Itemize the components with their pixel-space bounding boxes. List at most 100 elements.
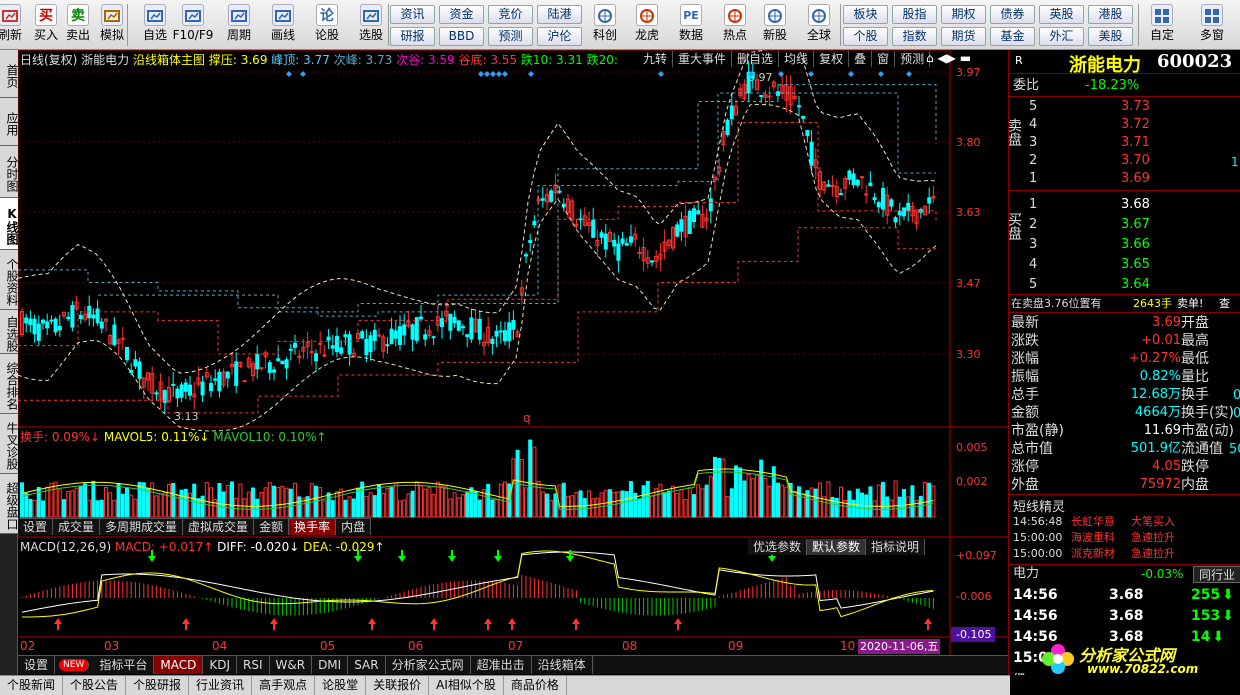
indicator-tab-1[interactable]: NEW [59, 659, 90, 671]
market-pill-基金[interactable]: 基金 [990, 27, 1035, 46]
toolbar-f10-button[interactable]: F10/F9 [172, 2, 214, 48]
indicator-tab-3[interactable]: MACD [154, 656, 204, 674]
quick-pill-资讯[interactable]: 资讯 [390, 5, 435, 24]
elves-title[interactable]: 短线精灵 [1013, 496, 1065, 515]
toolbar-ipo-button[interactable]: 新股 [756, 2, 794, 48]
macd-btn-1[interactable]: 默认参数 [807, 539, 867, 555]
toolbar-simulate-button[interactable]: 模拟 [96, 2, 128, 48]
toolbar-discuss-button[interactable]: 论论股 [306, 2, 348, 48]
macd-btn-0[interactable]: 优选参数 [748, 539, 808, 555]
chart-tool-5[interactable]: 叠 [849, 51, 873, 67]
info-tab-0[interactable]: 个股新闻 [0, 676, 64, 695]
quick-pill-沪伦[interactable]: 沪伦 [537, 27, 582, 46]
chart-nav-icons[interactable]: ⌂ ◀▶ ▬ [926, 51, 971, 65]
ask-row[interactable]: 5 3.73 [1009, 98, 1240, 116]
market-pill-个股[interactable]: 个股 [843, 27, 888, 46]
toolbar-sell-button[interactable]: 卖卖出 [62, 2, 94, 48]
toolbar-buy-button[interactable]: 买买入 [30, 2, 62, 48]
toolbar-data-button[interactable]: PE 数据 [672, 2, 710, 48]
market-pill-板块[interactable]: 板块 [843, 5, 888, 24]
volume-tab-1[interactable]: 成交量 [53, 519, 101, 535]
left-tab-8[interactable]: 超级盘口 [0, 474, 19, 534]
indicator-tab-0[interactable]: 设置 [18, 656, 56, 674]
quick-pill-竞价[interactable]: 竞价 [488, 5, 533, 24]
ask-row[interactable]: 3 3.71 [1009, 134, 1240, 152]
left-tab-4[interactable]: 个股资料 [0, 250, 19, 310]
toolbar-hotspot-button[interactable]: 热点 [716, 2, 754, 48]
toolbar-dragon-tiger-button[interactable]: 龙虎 [628, 2, 666, 48]
bid-row[interactable]: 3 3.66 [1009, 236, 1240, 254]
volume-tab-0[interactable]: 设置 [18, 519, 54, 535]
info-tab-5[interactable]: 论股堂 [315, 676, 367, 695]
toolbar-star-market-button[interactable]: 科创 [586, 2, 624, 48]
left-tab-5[interactable]: 自选股 [0, 310, 19, 354]
market-pill-期货[interactable]: 期货 [941, 27, 986, 46]
indicator-tab-10[interactable]: 超准出击 [471, 656, 532, 674]
ask-row[interactable]: 4 3.72 [1009, 116, 1240, 134]
notice-link[interactable]: 查 [1219, 295, 1230, 313]
toolbar-refresh-button[interactable]: 刷新 [0, 2, 26, 48]
indicator-tab-11[interactable]: 沿线箱体 [532, 656, 593, 674]
left-tab-2[interactable]: 分时图 [0, 146, 19, 198]
indicator-tab-9[interactable]: 分析家公式网 [386, 656, 471, 674]
toolbar-period-button[interactable]: 周期 [218, 2, 260, 48]
toolbar-stock-pick-button[interactable]: 选股 [350, 2, 392, 48]
info-tab-8[interactable]: 商品价格 [504, 676, 567, 695]
chart-tool-0[interactable]: 九转 [638, 51, 674, 67]
market-pill-外汇[interactable]: 外汇 [1039, 27, 1084, 46]
sector-row[interactable]: 电力 -0.03% 同行业 [1009, 564, 1240, 584]
chart-tool-7[interactable]: 预测 [895, 51, 931, 67]
chart-tool-2[interactable]: 删自选 [732, 51, 780, 67]
indicator-tab-7[interactable]: DMI [312, 656, 349, 674]
chart-tool-6[interactable]: 窗 [872, 51, 896, 67]
quick-pill-研报[interactable]: 研报 [390, 27, 435, 46]
kline-chart-svg[interactable]: 3.97 3.80 3.63 3.47 3.30 0.005 0.002 +0.097 -0.0… [18, 50, 1008, 655]
indicator-tab-4[interactable]: KDJ [203, 656, 237, 674]
quick-pill-资金[interactable]: 资金 [439, 5, 484, 24]
toolbar-multi-window-button[interactable]: 多窗 [1190, 2, 1234, 48]
toolbar-custom-button[interactable]: 自定 [1140, 2, 1184, 48]
left-tab-0[interactable]: 首页 [0, 50, 19, 98]
volume-tab-2[interactable]: 多周期成交量 [100, 519, 184, 535]
ask-row[interactable]: 1 3.69 [1009, 170, 1240, 188]
chart-tool-4[interactable]: 复权 [814, 51, 850, 67]
toolbar-watchlist-button[interactable]: 自选 [134, 2, 176, 48]
period-label[interactable]: 日线(复权) 浙能电力 [20, 53, 129, 67]
market-pill-英股[interactable]: 英股 [1039, 5, 1084, 24]
left-tab-6[interactable]: 综合排名 [0, 354, 19, 414]
info-tab-7[interactable]: AI相似个股 [429, 676, 504, 695]
macd-btn-2[interactable]: 指标说明 [866, 539, 926, 555]
indicator-name[interactable]: 沿线箱体主图 [133, 53, 205, 67]
left-tab-3[interactable]: K线图 [0, 198, 19, 250]
toolbar-draw-line-button[interactable]: 画线 [262, 2, 304, 48]
info-tab-6[interactable]: 关联报价 [366, 676, 430, 695]
elves-row[interactable]: 15:00:00 派克新材 急速拉升 [1009, 546, 1240, 562]
market-pill-股指[interactable]: 股指 [892, 5, 937, 24]
info-tab-4[interactable]: 高手观点 [252, 676, 316, 695]
elves-row[interactable]: 15:00:00 海波重科 急速拉升 [1009, 530, 1240, 546]
left-tab-7[interactable]: 牛叉诊股 [0, 414, 19, 474]
quick-pill-预测[interactable]: 预测 [488, 27, 533, 46]
market-pill-债券[interactable]: 债券 [990, 5, 1035, 24]
toolbar-globe-button[interactable]: 全球 [800, 2, 838, 48]
bid-row[interactable]: 4 3.65 [1009, 256, 1240, 274]
market-pill-指数[interactable]: 指数 [892, 27, 937, 46]
info-tab-1[interactable]: 个股公告 [63, 676, 127, 695]
volume-tab-5[interactable]: 换手率 [289, 519, 337, 535]
market-pill-港股[interactable]: 港股 [1088, 5, 1133, 24]
ask-row[interactable]: 2 3.70 [1009, 152, 1240, 170]
bid-row[interactable]: 2 3.67 [1009, 216, 1240, 234]
market-pill-美股[interactable]: 美股 [1088, 27, 1133, 46]
same-industry-button[interactable]: 同行业 [1193, 566, 1240, 583]
market-pill-期权[interactable]: 期权 [941, 5, 986, 24]
volume-tab-6[interactable]: 内盘 [336, 519, 372, 535]
elves-row[interactable]: 14:56:48 长虹华意 大笔买入 [1009, 514, 1240, 530]
quick-pill-陆港[interactable]: 陆港 [537, 5, 582, 24]
indicator-tab-5[interactable]: RSI [237, 656, 270, 674]
detail-button[interactable]: 细 [1013, 670, 1025, 675]
bid-row[interactable]: 1 3.68 [1009, 196, 1240, 214]
volume-tab-4[interactable]: 金额 [254, 519, 290, 535]
quick-pill-BBD[interactable]: BBD [439, 27, 484, 46]
indicator-tab-8[interactable]: SAR [348, 656, 386, 674]
chart-tool-1[interactable]: 重大事件 [673, 51, 733, 67]
